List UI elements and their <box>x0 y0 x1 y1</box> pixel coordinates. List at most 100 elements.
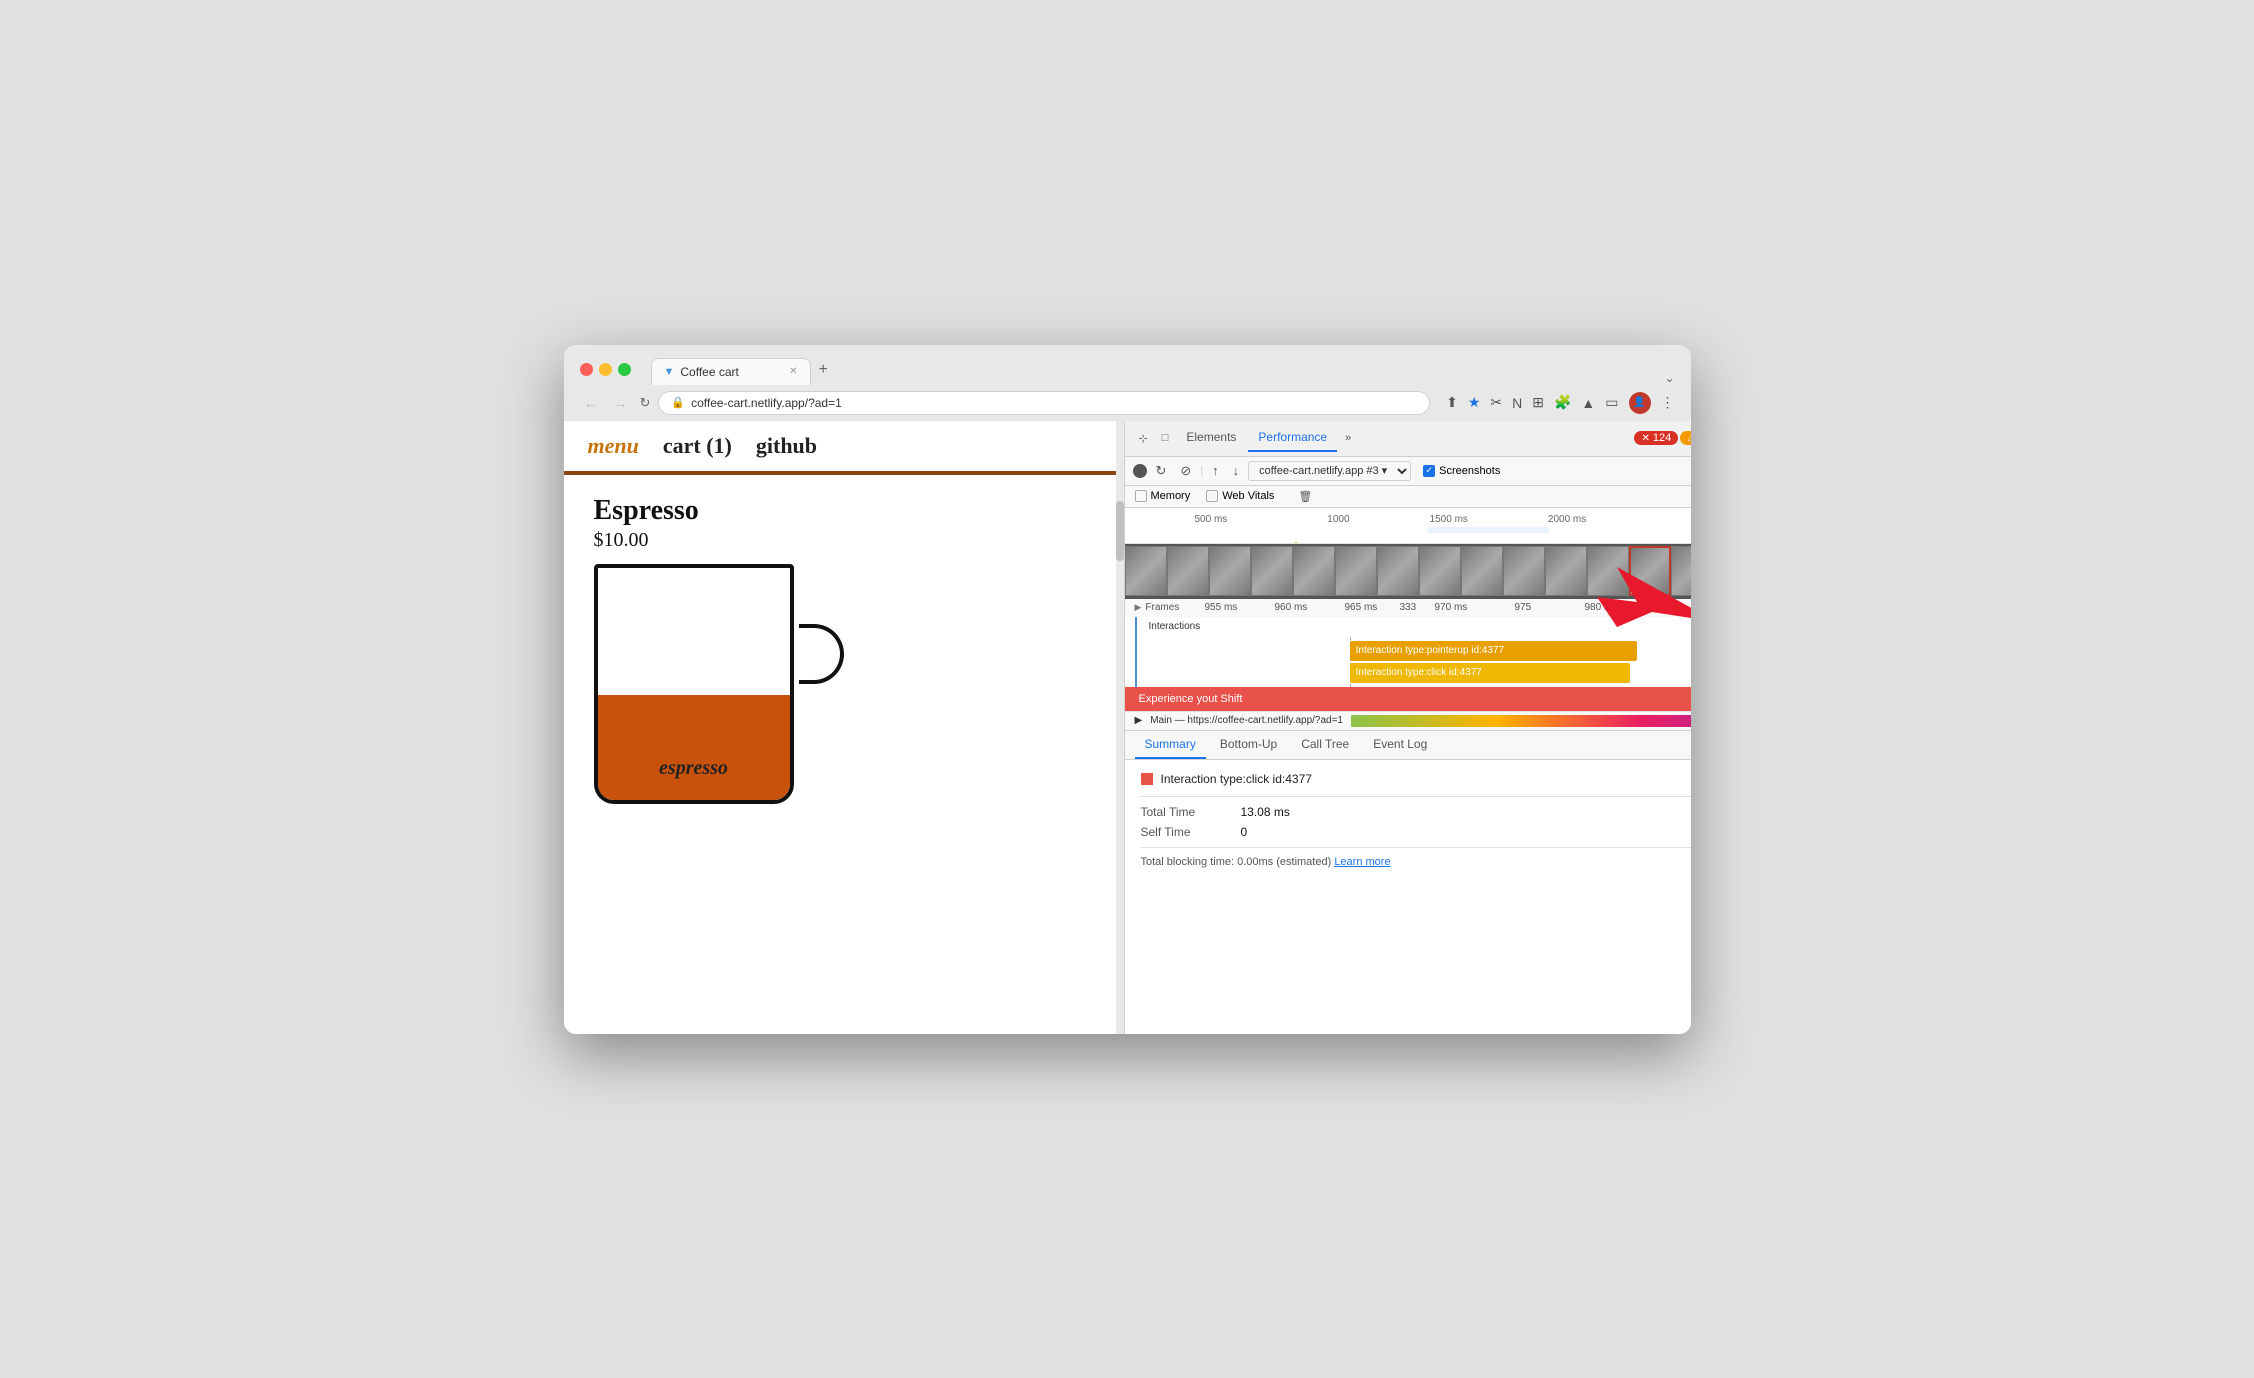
summary-title-row: Interaction type:click id:4377 <box>1141 772 1691 786</box>
bottom-tabs: Summary Bottom-Up Call Tree Event Log <box>1125 730 1691 760</box>
tab-event-log[interactable]: Event Log <box>1363 731 1437 759</box>
inspect-icon[interactable]: ⊹ <box>1133 428 1154 449</box>
close-button[interactable] <box>580 363 593 376</box>
frames-label: Frames <box>1145 602 1179 613</box>
timeline-ruler: 500 ms 1000 1500 ms 2000 ms CPU <box>1125 512 1691 527</box>
github-link[interactable]: github <box>756 433 817 459</box>
divider-2 <box>1141 847 1691 848</box>
reload-profile-button[interactable]: ↻ <box>1151 461 1172 481</box>
lighthouse-icon[interactable]: ▲ <box>1581 395 1595 411</box>
chrome-menu-icon[interactable]: ⋮ <box>1661 394 1675 411</box>
devtools-panel: ⊹ □ Elements Performance » ✕ 124 ⚠ 1 ⚙ ⋮… <box>1124 421 1691 1034</box>
profile-avatar[interactable]: 👤 <box>1629 392 1651 414</box>
memory-label: Memory <box>1151 490 1191 502</box>
scissors-icon[interactable]: ✂ <box>1490 394 1502 411</box>
screenshots-checkbox[interactable]: ✓ <box>1423 465 1435 477</box>
tab-menu-button[interactable]: ⌄ <box>1664 371 1674 385</box>
separator: | <box>1200 465 1203 477</box>
clear-button[interactable]: 🗑 <box>1298 490 1312 503</box>
interaction-pointerup-bar[interactable]: Interaction type:pointerup id:4377 <box>1350 641 1637 661</box>
webpage-scrollbar-thumb[interactable] <box>1116 501 1124 561</box>
tab-performance[interactable]: Performance <box>1248 424 1337 452</box>
time-960: 960 ms <box>1275 602 1308 613</box>
tab-elements[interactable]: Elements <box>1176 424 1246 452</box>
forward-button[interactable]: → <box>610 393 632 413</box>
download-button[interactable]: ↓ <box>1228 461 1245 480</box>
total-time-row: Total Time 13.08 ms <box>1141 805 1691 819</box>
bookmark-icon[interactable]: ★ <box>1468 394 1481 411</box>
webpage-panel: menu cart (1) github Espresso $10.00 esp… <box>564 421 1124 1034</box>
web-vitals-option[interactable]: Web Vitals <box>1206 490 1274 502</box>
time-975: 975 <box>1515 602 1532 613</box>
puzzle-icon[interactable]: 🧩 <box>1554 394 1571 411</box>
record-button[interactable] <box>1133 464 1147 478</box>
coffee-content: Espresso $10.00 espresso Espresso Macchi… <box>564 475 1124 1034</box>
divider-1 <box>1141 796 1691 797</box>
traffic-lights <box>580 363 631 376</box>
tab-summary[interactable]: Summary <box>1135 731 1206 759</box>
coffee-nav: menu cart (1) github <box>564 421 1124 475</box>
screenshots-toggle: ✓ Screenshots <box>1423 465 1500 477</box>
address-bar: ← → ↻ 🔒 coffee-cart.netlify.app/?ad=1 ⬆ … <box>564 385 1691 421</box>
webpage-scrollbar[interactable] <box>1116 421 1124 1034</box>
maximize-button[interactable] <box>618 363 631 376</box>
active-tab[interactable]: ▼ Coffee cart ✕ <box>651 358 811 385</box>
warn-badge: ⚠ 1 <box>1680 431 1690 445</box>
ruler-mark-500: 500 ms <box>1195 514 1228 525</box>
learn-more-link[interactable]: Learn more <box>1334 856 1390 868</box>
time-965: 965 ms <box>1345 602 1378 613</box>
screenshot-thumb-3 <box>1209 546 1251 596</box>
interaction-click-bar[interactable]: Interaction type:click id:4377 <box>1350 663 1630 683</box>
screenshot-thumb-6 <box>1335 546 1377 596</box>
self-time-row: Self Time 0 <box>1141 825 1691 839</box>
time-333: 333 <box>1400 602 1417 613</box>
notion-icon[interactable]: N <box>1512 395 1522 411</box>
summary-panel: Interaction type:click id:4377 Total Tim… <box>1125 760 1691 1034</box>
tab-bottom-up[interactable]: Bottom-Up <box>1210 731 1287 759</box>
menu-link[interactable]: menu <box>588 433 639 459</box>
interactions-timeline: Interaction type:pointerup id:4377 Inter… <box>1135 637 1691 687</box>
more-tabs-icon[interactable]: » <box>1339 428 1357 448</box>
experience-row: Experience yout Shift <box>1125 687 1691 711</box>
reload-button[interactable]: ↻ <box>640 395 651 411</box>
url-text: coffee-cart.netlify.app/?ad=1 <box>691 396 842 410</box>
title-bar: ▼ Coffee cart ✕ + ⌄ <box>564 345 1691 385</box>
product1-name: Espresso <box>594 495 1094 527</box>
upload-button[interactable]: ↑ <box>1207 461 1224 480</box>
screenshot-thumb-5 <box>1293 546 1335 596</box>
blocking-text: Total blocking time: 0.00ms (estimated) <box>1141 856 1332 868</box>
screenshot-thumb-10 <box>1503 546 1545 596</box>
extensions-icon[interactable]: ⊞ <box>1532 394 1544 411</box>
time-955: 955 ms <box>1205 602 1238 613</box>
frames-expand-icon[interactable]: ▶ <box>1135 602 1142 613</box>
web-vitals-checkbox[interactable] <box>1206 490 1218 502</box>
sidebar-icon[interactable]: ▭ <box>1605 394 1618 411</box>
time-970: 970 ms <box>1435 602 1468 613</box>
screenshot-thumb-4 <box>1251 546 1293 596</box>
tab-close-button[interactable]: ✕ <box>789 366 797 377</box>
interactions-section: Interactions Interaction type:pointerup … <box>1125 617 1691 687</box>
screenshot-thumb-1 <box>1125 546 1167 596</box>
back-button[interactable]: ← <box>580 393 602 413</box>
minimize-button[interactable] <box>599 363 612 376</box>
memory-checkbox[interactable] <box>1135 490 1147 502</box>
cart-link[interactable]: cart (1) <box>663 433 732 459</box>
devtools-toolbar: ↻ ⊘ | ↑ ↓ coffee-cart.netlify.app #3 ▾ ✓… <box>1125 457 1691 486</box>
tab-favicon: ▼ <box>664 366 675 378</box>
memory-option[interactable]: Memory <box>1135 490 1191 502</box>
main-thread-label: Main — https://coffee-cart.netlify.app/?… <box>1150 715 1343 726</box>
share-icon[interactable]: ⬆ <box>1446 394 1458 411</box>
devtools-tabbar: ⊹ □ Elements Performance » ✕ 124 ⚠ 1 ⚙ ⋮… <box>1125 421 1691 457</box>
new-tab-button[interactable]: + <box>811 355 836 385</box>
ruler-mark-1500: 1500 ms <box>1430 514 1468 525</box>
ruler-mark-1000: 1000 <box>1327 514 1349 525</box>
stop-button[interactable]: ⊘ <box>1175 461 1196 481</box>
expand-main-icon[interactable]: ▶ <box>1135 715 1143 726</box>
summary-title-text: Interaction type:click id:4377 <box>1161 772 1312 786</box>
tab-bar: ▼ Coffee cart ✕ + ⌄ <box>651 355 1675 385</box>
session-select[interactable]: coffee-cart.netlify.app #3 ▾ <box>1248 461 1411 481</box>
tab-call-tree[interactable]: Call Tree <box>1291 731 1359 759</box>
screenshot-thumb-7 <box>1377 546 1419 596</box>
device-toolbar-icon[interactable]: □ <box>1156 428 1175 448</box>
url-bar[interactable]: 🔒 coffee-cart.netlify.app/?ad=1 <box>658 391 1430 415</box>
